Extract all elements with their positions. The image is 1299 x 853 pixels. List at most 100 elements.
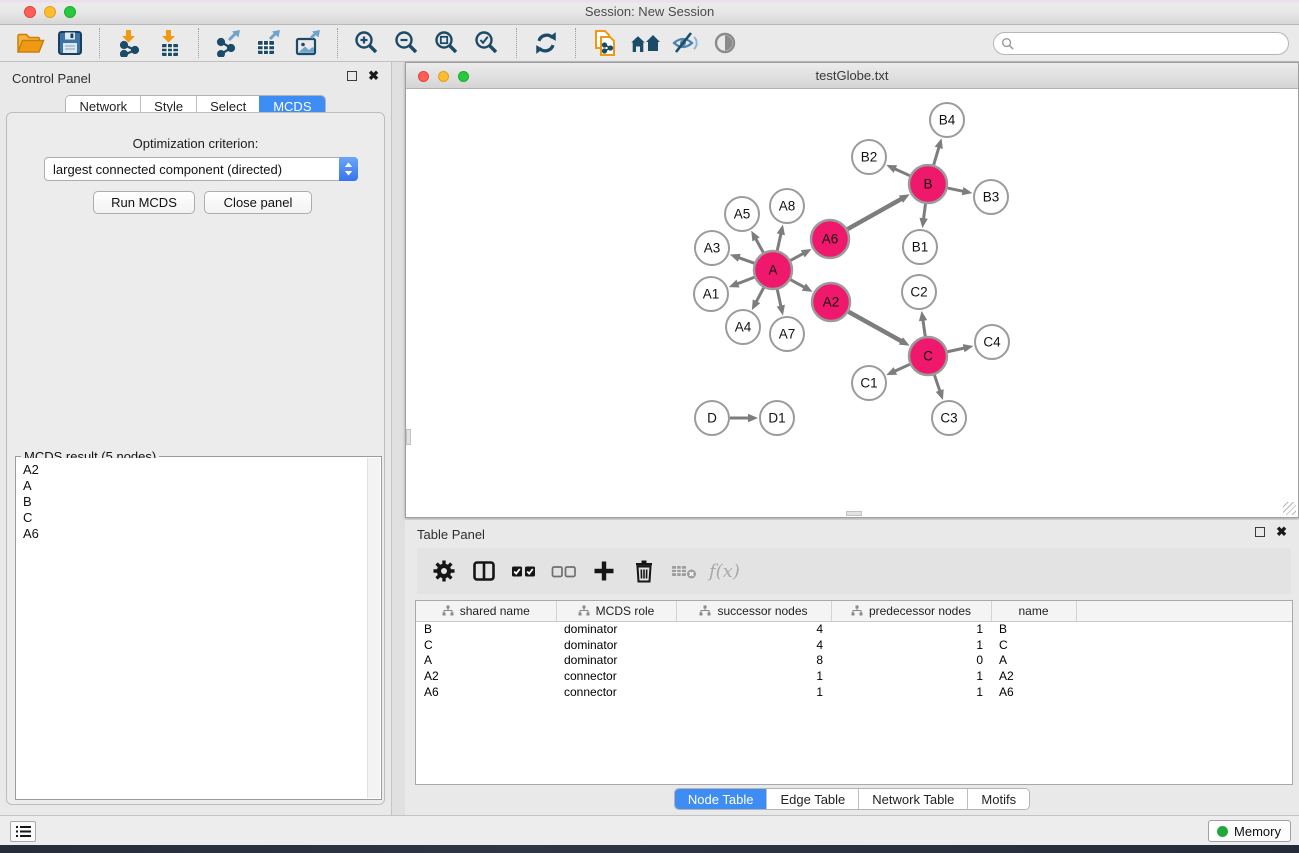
graph-edge-A6-B[interactable] [847,198,902,229]
zoom-selected-icon[interactable] [469,27,505,59]
table-cell[interactable]: C [991,637,1076,653]
graph-edge-B-B3[interactable] [948,188,965,192]
graph-edge-A-A3[interactable] [737,257,754,263]
save-session-icon[interactable] [52,27,88,59]
unselect-all-columns-icon[interactable] [547,554,581,588]
network-canvas[interactable]: B4B2BB3B1A5A8A6A3AA1A4A7A2C2CC4C1C3DD1 [406,89,1298,515]
table-row[interactable]: A2connector11A2 [416,668,1292,684]
table-cell[interactable]: connector [556,668,676,684]
import-table-icon[interactable] [151,27,187,59]
show-graphics-details-icon[interactable] [707,27,743,59]
float-panel-icon[interactable] [347,71,357,81]
search-input[interactable] [1018,35,1288,53]
table-cell[interactable]: 0 [831,652,991,668]
tab-edge-table[interactable]: Edge Table [766,789,858,809]
show-column-panel-icon[interactable] [467,554,501,588]
select-all-columns-icon[interactable] [507,554,541,588]
table-cell[interactable]: 1 [831,621,991,637]
close-panel-icon[interactable]: ✖ [368,71,379,81]
table-row[interactable]: Adominator80A [416,652,1292,668]
column-header-successor-nodes[interactable]: successor nodes [676,601,831,621]
graph-edge-A-A6[interactable] [791,253,805,261]
tab-motifs[interactable]: Motifs [967,789,1029,809]
export-image-icon[interactable] [290,27,326,59]
table-row[interactable]: Bdominator41B [416,621,1292,637]
table-cell[interactable]: 8 [676,652,831,668]
table-cell[interactable]: 4 [676,621,831,637]
table-cell[interactable]: 4 [676,637,831,653]
create-column-icon[interactable] [587,554,621,588]
graph-edge-A-A4[interactable] [756,288,764,303]
home-icon[interactable] [627,27,663,59]
mcds-result-list[interactable]: A2ABCA6 [17,458,380,798]
graph-edge-C-C1[interactable] [894,364,910,371]
table-cell[interactable]: 1 [831,668,991,684]
table-cell[interactable]: dominator [556,652,676,668]
table-cell[interactable]: 1 [676,684,831,700]
table-cell[interactable]: A2 [416,668,556,684]
delete-column-trash-icon[interactable] [627,554,661,588]
node-table-grid[interactable]: shared nameMCDS rolesuccessor nodesprede… [416,601,1292,699]
graph-edge-B-B1[interactable] [923,204,925,220]
export-network-icon[interactable] [210,27,246,59]
resize-grip-icon[interactable] [1283,502,1296,515]
graph-edge-C-C4[interactable] [948,348,966,352]
float-panel-icon[interactable] [1255,527,1265,537]
graph-edge-B-B4[interactable] [934,146,940,165]
graph-edge-B-B2[interactable] [894,168,910,175]
graph-edge-C-C3[interactable] [934,375,940,392]
table-cell[interactable]: 1 [831,637,991,653]
table-cell[interactable]: C [416,637,556,653]
task-history-button[interactable] [10,821,36,842]
table-cell[interactable]: 1 [831,684,991,700]
zoom-out-icon[interactable] [389,27,425,59]
graph-edge-A-A7[interactable] [777,290,781,308]
table-cell[interactable]: A2 [991,668,1076,684]
duplicate-network-icon[interactable] [587,27,623,59]
table-cell[interactable]: A [416,652,556,668]
graph-edge-A-A1[interactable] [736,277,754,284]
network-window-titlebar[interactable]: testGlobe.txt [406,63,1298,89]
close-panel-icon[interactable]: ✖ [1276,527,1287,537]
graph-edge-A-A5[interactable] [755,238,763,253]
zoom-fit-icon[interactable] [429,27,465,59]
table-settings-gear-icon[interactable] [427,554,461,588]
result-scrollbar[interactable] [367,458,380,798]
tab-network-table[interactable]: Network Table [858,789,967,809]
table-cell[interactable]: dominator [556,637,676,653]
table-cell[interactable]: B [991,621,1076,637]
table-row[interactable]: Cdominator41C [416,637,1292,653]
column-header-predecessor-nodes[interactable]: predecessor nodes [831,601,991,621]
table-cell[interactable]: A6 [416,684,556,700]
export-table-icon[interactable] [250,27,286,59]
close-panel-button[interactable]: Close panel [204,191,312,214]
mcds-result-item[interactable]: A2 [17,462,380,478]
mcds-result-item[interactable]: A [17,478,380,494]
open-session-icon[interactable] [12,27,48,59]
mcds-result-item[interactable]: A6 [17,526,380,542]
graph-edge-A2-C[interactable] [848,312,902,342]
mcds-result-item[interactable]: C [17,510,380,526]
table-cell[interactable]: connector [556,684,676,700]
criterion-dropdown[interactable]: largest connected component (directed) [44,157,358,181]
run-mcds-button[interactable]: Run MCDS [93,191,195,214]
table-cell[interactable]: 1 [676,668,831,684]
zoom-in-icon[interactable] [349,27,385,59]
graph-edge-A-A8[interactable] [777,232,781,250]
hide-graphics-details-icon[interactable] [667,27,703,59]
tab-node-table[interactable]: Node Table [675,789,767,809]
bottom-grip[interactable] [846,511,862,516]
memory-button[interactable]: Memory [1208,820,1291,842]
graph-edge-C-C2[interactable] [923,319,925,336]
column-header-mcds-role[interactable]: MCDS role [556,601,676,621]
graph-edge-A-A2[interactable] [791,280,806,288]
mcds-result-item[interactable]: B [17,494,380,510]
left-grip[interactable] [406,429,411,445]
table-cell[interactable]: A [991,652,1076,668]
import-network-icon[interactable] [111,27,147,59]
table-row[interactable]: A6connector11A6 [416,684,1292,700]
column-header-name[interactable]: name [991,601,1076,621]
column-header-shared-name[interactable]: shared name [416,601,556,621]
table-cell[interactable]: dominator [556,621,676,637]
refresh-icon[interactable] [528,27,564,59]
